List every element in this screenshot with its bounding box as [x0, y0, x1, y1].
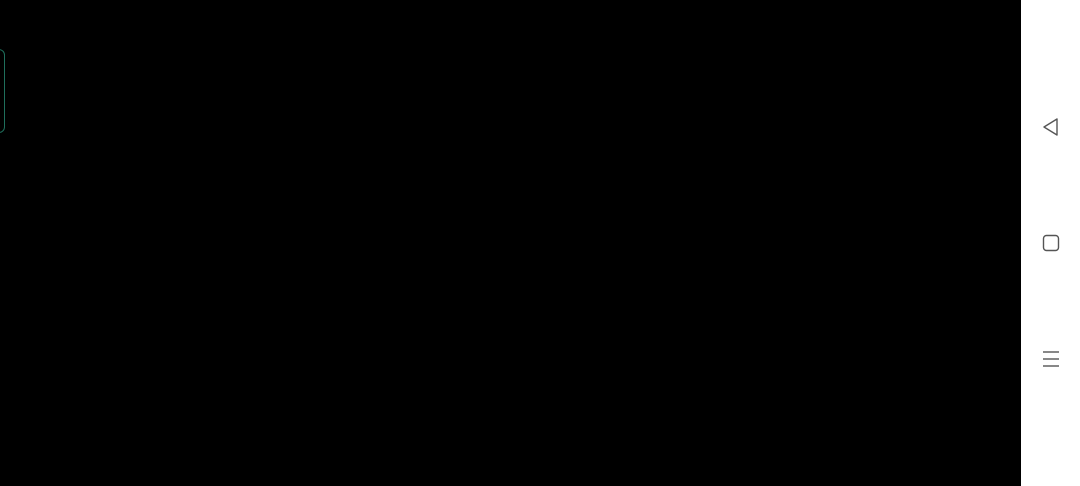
edge-panel-handle[interactable]	[0, 49, 5, 133]
recent-apps-button[interactable]	[1021, 329, 1080, 389]
back-button[interactable]	[1021, 97, 1080, 157]
home-button[interactable]	[1021, 213, 1080, 273]
device-screen	[0, 0, 1080, 486]
menu-lines-icon	[1042, 351, 1059, 367]
app-content-area	[0, 0, 1021, 486]
back-triangle-icon	[1042, 118, 1058, 136]
home-square-icon	[1042, 234, 1059, 252]
system-navigation-bar	[1021, 0, 1080, 486]
